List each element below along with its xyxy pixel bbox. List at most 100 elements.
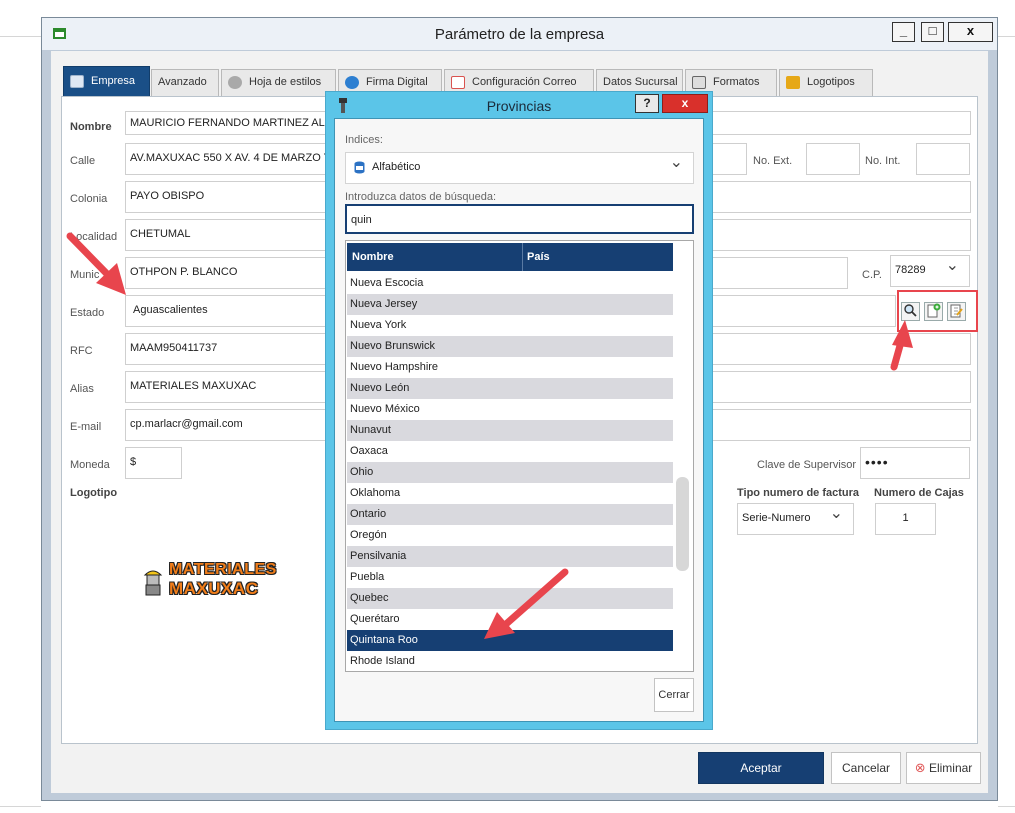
list-item[interactable]: Nunavut — [347, 420, 673, 441]
tab-strip: Empresa Avanzado Hoja de estilos Firma D… — [51, 51, 988, 96]
cerrar-button[interactable]: Cerrar — [654, 678, 694, 712]
grid-icon — [70, 74, 84, 88]
database-icon — [354, 161, 365, 174]
list-item[interactable]: Puebla — [347, 567, 673, 588]
mail-icon — [451, 75, 465, 89]
list-item[interactable]: Oaxaca — [347, 441, 673, 462]
palette-icon — [228, 75, 242, 89]
eliminar-label: Eliminar — [928, 761, 973, 775]
moneda-field[interactable]: $ — [125, 447, 182, 479]
add-document-icon[interactable] — [924, 302, 943, 321]
construction-worker-icon — [143, 570, 163, 596]
cp-label: C.P. — [862, 269, 882, 281]
provincias-dialog: Provincias ? x Indices: Alfabético Intro… — [325, 91, 713, 730]
tab-avanzado[interactable]: Avanzado — [151, 69, 219, 96]
tab-label: Hoja de estilos — [249, 76, 322, 88]
list-item[interactable]: Nuevo Hampshire — [347, 357, 673, 378]
numero-cajas-label: Numero de Cajas — [874, 487, 964, 499]
background-rule — [0, 36, 41, 37]
list-item[interactable]: Ohio — [347, 462, 673, 483]
clave-supervisor-label: Clave de Supervisor — [757, 459, 857, 471]
tipo-factura-combo[interactable]: Serie-Numero — [737, 503, 854, 535]
tab-hoja-de-estilos[interactable]: Hoja de estilos — [221, 69, 336, 96]
dialog-close-button[interactable]: x — [662, 94, 708, 113]
numero-cajas-field[interactable]: 1 — [875, 503, 936, 535]
list-item[interactable]: Quebec — [347, 588, 673, 609]
tab-label: Formatos — [713, 76, 760, 88]
indices-value: Alfabético — [372, 161, 421, 173]
tab-label: Avanzado — [158, 76, 207, 88]
dialog-titlebar[interactable]: Provincias ? x — [326, 92, 712, 118]
list-item[interactable]: Pensilvania — [347, 546, 673, 567]
cancel-circle-icon: ⊗ — [914, 760, 926, 775]
list-item[interactable]: Ontario — [347, 504, 673, 525]
search-label: Introduzca datos de búsqueda: — [345, 191, 497, 203]
calle-label: Calle — [70, 155, 96, 167]
logo-line-2: MAXUXAC — [169, 579, 259, 598]
clave-supervisor-field[interactable]: •••• — [860, 447, 970, 479]
localidad-label: Localidad — [70, 231, 118, 243]
background-rule — [0, 806, 41, 807]
rfc-label: RFC — [70, 345, 93, 357]
column-divider — [522, 243, 523, 271]
list-item[interactable]: Nuevo León — [347, 378, 673, 399]
minimize-button[interactable]: _ — [892, 22, 915, 42]
logotipo-label: Logotipo — [70, 487, 118, 499]
tab-label: Empresa — [91, 75, 136, 87]
list-item[interactable]: Nueva York — [347, 315, 673, 336]
list-item[interactable]: Nueva Jersey — [347, 294, 673, 315]
dialog-body: Indices: Alfabético Introduzca datos de … — [334, 118, 704, 722]
aceptar-button[interactable]: Aceptar — [698, 752, 824, 784]
list-item-selected[interactable]: Quintana Roo — [347, 630, 673, 651]
column-header-nombre[interactable]: Nombre — [352, 251, 394, 263]
tab-empresa[interactable]: Empresa — [63, 66, 150, 96]
list-scrollbar[interactable] — [676, 477, 689, 571]
tab-label: Configuración Correo — [472, 76, 577, 88]
help-button[interactable]: ? — [635, 94, 659, 113]
no-ext-field[interactable] — [806, 143, 860, 175]
alias-label: Alias — [70, 383, 94, 395]
list-item[interactable]: Oklahoma — [347, 483, 673, 504]
background-rule — [998, 806, 1015, 807]
estado-label: Estado — [70, 307, 105, 319]
list-item[interactable]: Querétaro — [347, 609, 673, 630]
no-int-field[interactable] — [916, 143, 970, 175]
tab-logotipos[interactable]: Logotipos — [779, 69, 873, 96]
tipo-factura-label: Tipo numero de factura — [737, 487, 860, 499]
column-header-pais[interactable]: País — [527, 251, 550, 263]
tab-label: Datos Sucursal — [603, 76, 678, 88]
eliminar-button[interactable]: ⊗ Eliminar — [906, 752, 981, 784]
logo-line-1: MATERIALES — [169, 561, 277, 578]
municipio-label: Munic — [70, 269, 100, 281]
nombre-label: Nombre — [70, 121, 112, 133]
indices-label: Indices: — [345, 134, 383, 146]
printer-icon — [692, 75, 706, 89]
cancelar-button[interactable]: Cancelar — [831, 752, 901, 784]
search-input[interactable]: quin — [345, 204, 694, 234]
indices-combo[interactable]: Alfabético — [345, 152, 694, 184]
globe-icon — [345, 75, 359, 89]
window-title: Parámetro de la empresa — [434, 26, 605, 43]
edit-document-icon[interactable] — [947, 302, 966, 321]
shapes-icon — [786, 75, 800, 89]
company-logo: MATERIALES MAXUXAC — [135, 561, 277, 605]
list-item[interactable]: Nuevo México — [347, 399, 673, 420]
no-ext-label: No. Ext. — [753, 155, 793, 167]
list-item[interactable]: Nuevo Brunswick — [347, 336, 673, 357]
background-rule — [998, 36, 1015, 37]
list-header: Nombre País — [347, 243, 673, 271]
list-item[interactable]: Nueva Escocia — [347, 273, 673, 294]
provincias-list: Nombre País Nueva Escocia Nueva Jersey Nue… — [345, 240, 694, 672]
tab-label: Firma Digital — [366, 76, 428, 88]
moneda-label: Moneda — [70, 459, 110, 471]
email-label: E-mail — [70, 421, 102, 433]
close-button[interactable]: x — [948, 22, 993, 42]
cp-combo[interactable]: 78289 — [890, 255, 970, 287]
tab-label: Logotipos — [807, 76, 855, 88]
search-icon[interactable] — [901, 302, 920, 321]
colonia-label: Colonia — [70, 193, 108, 205]
window-titlebar[interactable]: Parámetro de la empresa _ □ x — [42, 18, 997, 50]
maximize-button[interactable]: □ — [921, 22, 944, 42]
list-item[interactable]: Oregón — [347, 525, 673, 546]
list-item[interactable]: Rhode Island — [347, 651, 673, 671]
